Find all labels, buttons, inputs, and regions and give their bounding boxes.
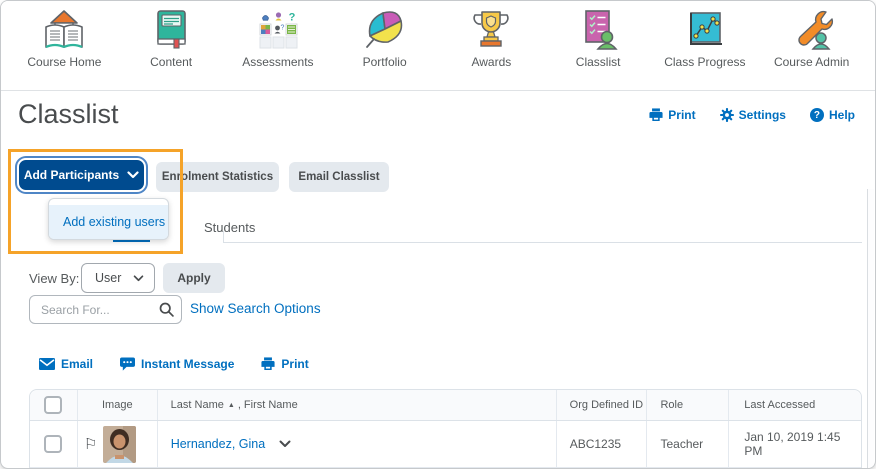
user-name-link[interactable]: Hernandez, Gina <box>171 437 266 451</box>
print-icon <box>261 357 275 371</box>
page-title: Classlist <box>18 99 119 129</box>
column-header-role: Role <box>660 399 684 411</box>
chevron-down-icon <box>133 274 144 282</box>
nav-item-classlist[interactable]: Classlist <box>545 8 652 69</box>
avatar[interactable] <box>103 425 137 463</box>
search-field-wrap <box>29 295 182 324</box>
nav-label: Portfolio <box>362 55 407 69</box>
scrollbar[interactable] <box>867 189 874 468</box>
svg-text:?: ? <box>288 11 295 23</box>
instant-message-action[interactable]: Instant Message <box>120 357 234 371</box>
svg-text:?: ? <box>280 25 284 32</box>
column-header-first-name: , First Name <box>237 399 298 411</box>
view-by-select[interactable]: User <box>81 263 155 293</box>
header-actions: Print Settings ? Help <box>649 108 855 122</box>
content-icon <box>147 8 195 52</box>
select-all-checkbox[interactable] <box>44 396 63 414</box>
chevron-down-icon <box>127 171 139 179</box>
nav-item-course-home[interactable]: Course Home <box>11 8 118 69</box>
search-icon[interactable] <box>159 302 174 317</box>
help-icon: ? <box>809 108 824 122</box>
print-action[interactable]: Print <box>261 357 309 371</box>
table-row: ⚐ Hernandez, Gina ABC1235 Teacher Jan 10… <box>30 421 861 468</box>
bulk-actions-bar: Email Instant Message Print <box>39 357 309 371</box>
portfolio-icon <box>361 8 409 52</box>
tab-students[interactable]: Students <box>204 220 255 235</box>
nav-item-class-progress[interactable]: Class Progress <box>652 8 759 69</box>
view-by-label: View By: <box>29 271 80 286</box>
menu-item-add-existing-users[interactable]: Add existing users <box>49 205 168 239</box>
column-header-org-id: Org Defined ID <box>569 399 644 411</box>
nav-label: Classlist <box>575 55 621 69</box>
assessments-icon: ? ? <box>254 8 302 52</box>
org-id-value: ABC1235 <box>569 437 622 451</box>
nav-label: Awards <box>471 55 512 69</box>
print-link[interactable]: Print <box>649 108 696 122</box>
nav-label: Course Home <box>27 55 102 69</box>
column-header-image: Image <box>101 399 133 411</box>
nav-label: Class Progress <box>664 55 746 69</box>
class-progress-icon <box>681 8 729 52</box>
nav-label: Course Admin <box>773 55 850 69</box>
course-navbar: Course Home Content ? ? Assessments Port… <box>1 1 875 91</box>
nav-item-content[interactable]: Content <box>118 8 225 69</box>
classlist-table: Image Last Name ▲ , First Name Org Defin… <box>29 389 862 468</box>
show-search-options-link[interactable]: Show Search Options <box>190 301 321 316</box>
nav-item-portfolio[interactable]: Portfolio <box>331 8 438 69</box>
flag-icon[interactable]: ⚐ <box>84 435 97 453</box>
column-header-last-accessed: Last Accessed <box>744 399 816 411</box>
row-image-cell: ⚐ <box>76 421 157 467</box>
nav-item-course-admin[interactable]: Course Admin <box>758 8 865 69</box>
awards-icon <box>467 8 515 52</box>
course-admin-icon <box>788 8 836 52</box>
email-action[interactable]: Email <box>39 357 93 371</box>
email-classlist-button[interactable]: Email Classlist <box>289 162 389 192</box>
add-participants-menu: Add existing users <box>48 198 169 240</box>
nav-label: Content <box>150 55 193 69</box>
user-context-menu-chevron[interactable] <box>279 440 291 448</box>
envelope-icon <box>39 358 55 370</box>
print-icon <box>649 108 663 122</box>
nav-item-awards[interactable]: Awards <box>438 8 545 69</box>
enrolment-statistics-button[interactable]: Enrolment Statistics <box>156 162 279 192</box>
last-accessed-value: Jan 10, 2019 1:45 PM <box>744 430 841 458</box>
chat-bubble-icon <box>120 357 136 371</box>
row-checkbox[interactable] <box>44 435 63 453</box>
classlist-icon <box>574 8 622 52</box>
settings-link[interactable]: Settings <box>719 108 786 122</box>
tab-bar-border <box>223 242 862 243</box>
role-value: Teacher <box>660 437 704 451</box>
nav-label: Assessments <box>242 55 314 69</box>
table-header-row: Image Last Name ▲ , First Name Org Defin… <box>30 390 861 421</box>
sort-ascending-icon: ▲ <box>227 401 235 409</box>
course-home-icon <box>40 8 88 52</box>
apply-button[interactable]: Apply <box>163 263 225 293</box>
add-participants-button[interactable]: Add Participants <box>17 158 146 192</box>
nav-item-assessments[interactable]: ? ? Assessments <box>225 8 332 69</box>
help-link[interactable]: ? Help <box>809 108 855 122</box>
browser-viewport: Course Home Content ? ? Assessments Port… <box>0 0 876 469</box>
gear-icon <box>719 108 734 122</box>
column-header-last-name[interactable]: Last Name <box>171 399 224 411</box>
